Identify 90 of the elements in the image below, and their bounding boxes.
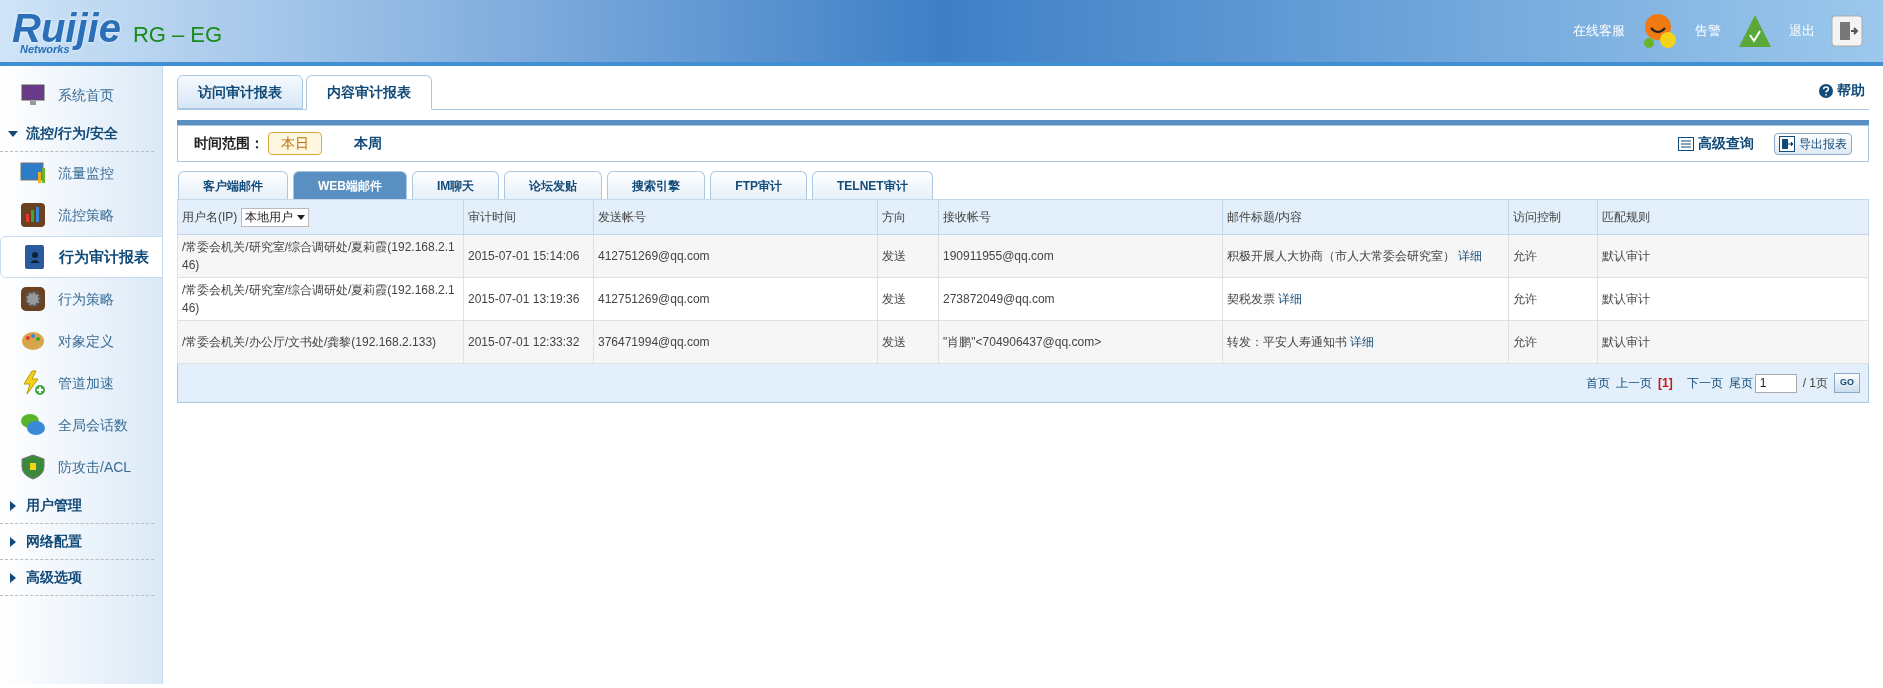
table-cell: 发送: [877, 234, 939, 278]
smiley-icon: [1641, 12, 1679, 50]
table-cell: 2015-07-01 12:33:32: [463, 320, 594, 364]
table-cell: 412751269@qq.com: [593, 234, 878, 278]
current-page: [1]: [1657, 375, 1673, 392]
chat-bubbles-icon: [20, 412, 46, 438]
sidebar-section[interactable]: 流控/行为/安全: [0, 116, 154, 152]
detail-link[interactable]: 详细: [1350, 335, 1375, 349]
sidebar-item[interactable]: 系统首页: [0, 74, 162, 116]
table-cell: 允许: [1508, 277, 1598, 321]
caret-down-icon: [8, 128, 18, 139]
column-header: 访问控制: [1508, 199, 1598, 235]
table-cell: 允许: [1508, 320, 1598, 364]
column-header: 邮件标题/内容: [1222, 199, 1509, 235]
sidebar-section[interactable]: 网络配置: [0, 524, 154, 560]
user-filter-dropdown[interactable]: 本地用户: [241, 207, 310, 227]
content-tab[interactable]: FTP审计: [710, 171, 807, 199]
caret-right-icon: [8, 536, 18, 547]
chart-screen-icon: [20, 160, 46, 186]
column-header: 接收帐号: [938, 199, 1223, 235]
time-range-option[interactable]: 本周: [342, 133, 394, 154]
sidebar-section[interactable]: 用户管理: [0, 488, 154, 524]
time-range-label: 时间范围：: [194, 134, 264, 153]
previous-page-link[interactable]: 上一页: [1615, 374, 1652, 392]
list-icon: [1678, 136, 1694, 151]
gear-icon: [20, 286, 46, 312]
advanced-query-link[interactable]: 高级查询: [1678, 133, 1754, 154]
table-cell: "肖鹏"<704906437@qq.com>: [938, 320, 1223, 364]
triangle-check-icon: [1737, 13, 1773, 49]
table-cell: 发送: [877, 320, 939, 364]
sidebar-section[interactable]: 高级选项: [0, 560, 154, 596]
content-tab[interactable]: 搜索引擎: [607, 171, 706, 199]
page-total: / 1页: [1802, 375, 1828, 392]
table-cell: 2015-07-01 13:19:36: [463, 277, 594, 321]
table-cell: /常委会机关/研究室/综合调研处/夏莉霞(192.168.2.146): [177, 234, 464, 278]
caret-right-icon: [8, 572, 18, 583]
next-page-link[interactable]: 下一页: [1686, 374, 1723, 392]
table-cell: /常委会机关/办公厅/文书处/龚黎(192.168.2.133): [177, 320, 464, 364]
caret-right-icon: [8, 500, 18, 511]
table-cell: 默认审计: [1597, 234, 1869, 278]
table-cell: 273872049@qq.com: [938, 277, 1223, 321]
export-button[interactable]: 导出报表: [1774, 132, 1852, 155]
table-cell: 发送: [877, 277, 939, 321]
sidebar-item[interactable]: 管道加速: [0, 362, 162, 404]
help-link[interactable]: 帮助: [1819, 80, 1865, 101]
sidebar-item[interactable]: 全局会话数: [0, 404, 162, 446]
table-cell: 默认审计: [1597, 320, 1869, 364]
help-icon: [1819, 83, 1833, 98]
sidebar-item[interactable]: 行为审计报表: [0, 236, 163, 278]
column-header: 用户名(IP): [182, 209, 238, 226]
report-tab[interactable]: 内容审计报表: [306, 75, 432, 110]
table-cell: 412751269@qq.com: [593, 277, 878, 321]
page-input[interactable]: 1: [1754, 373, 1797, 393]
first-page-link[interactable]: 首页: [1585, 374, 1610, 392]
column-header: 匹配规则: [1597, 199, 1869, 235]
table-cell: /常委会机关/研究室/综合调研处/夏莉霞(192.168.2.146): [177, 277, 464, 321]
last-page-link[interactable]: 尾页: [1728, 374, 1753, 392]
table-cell: 契税发票: [1227, 292, 1275, 306]
shield-icon: [20, 454, 46, 480]
column-header: 审计时间: [463, 199, 594, 235]
sidebar-item[interactable]: 防攻击/ACL: [0, 446, 162, 488]
table-cell: 允许: [1508, 234, 1598, 278]
report-tab[interactable]: 访问审计报表: [177, 75, 303, 109]
table-cell: 376471994@qq.com: [593, 320, 878, 364]
column-header: 发送帐号: [593, 199, 878, 235]
table-cell: 190911955@qq.com: [938, 234, 1223, 278]
time-range-option[interactable]: 本日: [268, 132, 322, 155]
sidebar-item[interactable]: 对象定义: [0, 320, 162, 362]
content-tab[interactable]: 客户端邮件: [178, 171, 288, 199]
sidebar-item[interactable]: 流量监控: [0, 152, 162, 194]
table-cell: 2015-07-01 15:14:06: [463, 234, 594, 278]
content-tab[interactable]: 论坛发贴: [504, 171, 603, 199]
bar-chart-icon: [20, 202, 46, 228]
exit-door-icon: [1831, 15, 1863, 47]
product-name: RG – EG: [132, 20, 223, 49]
content-tab[interactable]: IM聊天: [412, 171, 500, 199]
go-button[interactable]: GO: [1834, 373, 1860, 393]
caret-down-icon: [297, 214, 306, 220]
sidebar-item[interactable]: 流控策略: [0, 194, 162, 236]
export-icon: [1779, 135, 1795, 152]
table-cell: 默认审计: [1597, 277, 1869, 321]
content-tab[interactable]: TELNET审计: [812, 171, 933, 199]
lightning-plus-icon: [20, 370, 46, 396]
table-cell: 转发：平安人寿通知书: [1227, 335, 1347, 349]
monitor-icon: [20, 82, 46, 108]
column-header: 方向: [877, 199, 939, 235]
detail-link[interactable]: 详细: [1458, 249, 1483, 263]
table-cell: 积极开展人大协商（市人大常委会研究室）: [1227, 249, 1455, 263]
detail-link[interactable]: 详细: [1278, 292, 1303, 306]
sidebar-item[interactable]: 行为策略: [0, 278, 162, 320]
